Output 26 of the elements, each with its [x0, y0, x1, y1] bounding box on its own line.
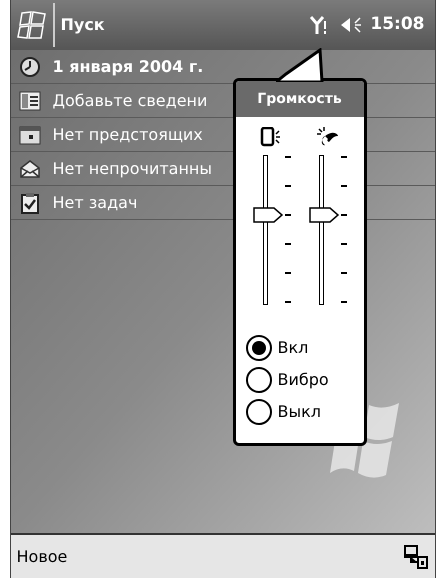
contact-card-icon [18, 90, 40, 112]
clock-icon [18, 56, 40, 78]
slider-thumb[interactable] [308, 207, 338, 223]
new-softkey[interactable]: Новое [16, 544, 68, 568]
radio-label: Вибро [278, 369, 329, 391]
radio-option[interactable]: Вкл [246, 335, 354, 361]
today-item-text: Добавьте сведени [52, 90, 208, 112]
windows-logo-icon[interactable] [16, 10, 48, 40]
clock-time[interactable]: 15:08 [370, 12, 424, 38]
envelope-icon [18, 158, 40, 180]
start-menu-title[interactable]: Пуск [60, 13, 105, 37]
today-item-text: Нет непрочитанны [52, 158, 212, 180]
today-item-text: Нет задач [52, 192, 138, 214]
today-item-text: Нет предстоящих [52, 124, 203, 146]
connectivity-icon[interactable] [402, 544, 428, 568]
radio-label: Выкл [278, 401, 321, 423]
radio-option[interactable]: Выкл [246, 399, 354, 425]
clipboard-check-icon [18, 192, 40, 214]
phone-ring-icon [316, 127, 340, 147]
radio-label: Вкл [278, 337, 308, 359]
today-item-text: 1 января 2004 г. [52, 56, 204, 78]
calendar-icon [18, 124, 40, 146]
slider-thumb[interactable] [252, 207, 282, 223]
antenna-icon[interactable] [310, 15, 328, 35]
popup-title: Громкость [257, 90, 342, 108]
radio-option[interactable]: Вибро [246, 367, 354, 393]
